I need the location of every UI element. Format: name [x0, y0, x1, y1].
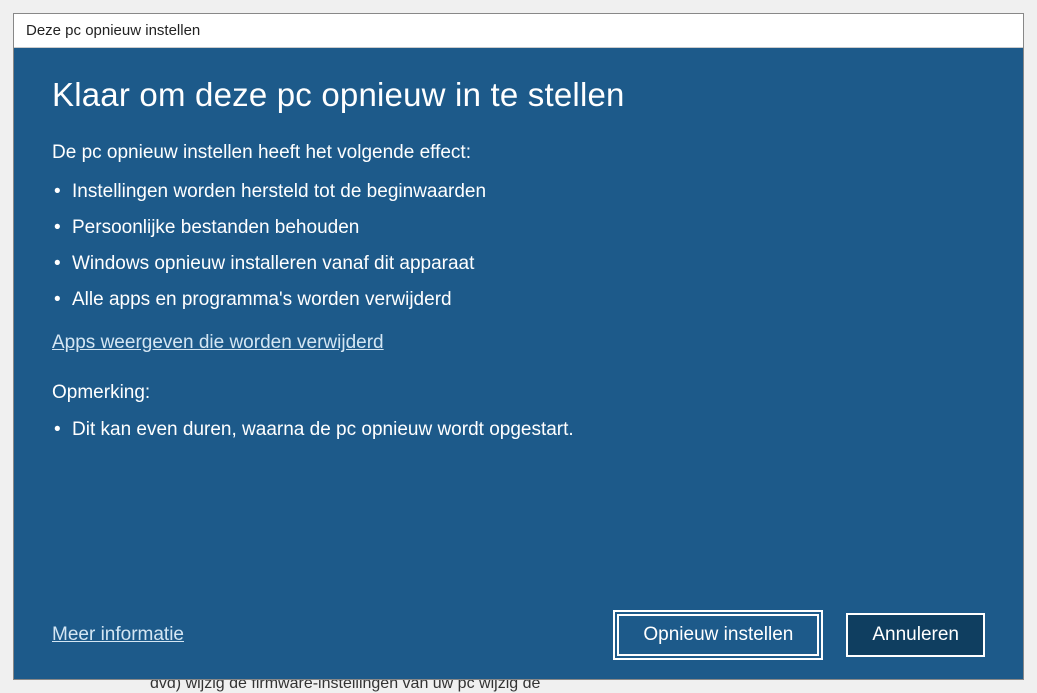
note-label: Opmerking:	[52, 382, 985, 404]
cancel-button[interactable]: Annuleren	[846, 613, 985, 657]
note-item: Dit kan even duren, waarna de pc opnieuw…	[52, 414, 985, 446]
more-info-link[interactable]: Meer informatie	[52, 624, 184, 646]
reset-pc-dialog: Deze pc opnieuw instellen Klaar om deze …	[13, 13, 1024, 680]
page-heading: Klaar om deze pc opnieuw in te stellen	[52, 76, 985, 114]
effect-item: Persoonlijke bestanden behouden	[52, 210, 985, 246]
effects-list: Instellingen worden hersteld tot de begi…	[52, 174, 985, 318]
effect-item: Instellingen worden hersteld tot de begi…	[52, 174, 985, 210]
effect-item: Alle apps en programma's worden verwijde…	[52, 282, 985, 318]
intro-text: De pc opnieuw instellen heeft het volgen…	[52, 142, 985, 164]
dialog-footer: Meer informatie Opnieuw instellen Annule…	[52, 601, 985, 657]
notes-list: Dit kan even duren, waarna de pc opnieuw…	[52, 414, 985, 446]
apps-removed-link[interactable]: Apps weergeven die worden verwijderd	[52, 332, 384, 354]
window-title: Deze pc opnieuw instellen	[14, 14, 1023, 48]
reset-button[interactable]: Opnieuw instellen	[616, 613, 820, 657]
dialog-content: Klaar om deze pc opnieuw in te stellen D…	[14, 48, 1023, 679]
effect-item: Windows opnieuw installeren vanaf dit ap…	[52, 246, 985, 282]
